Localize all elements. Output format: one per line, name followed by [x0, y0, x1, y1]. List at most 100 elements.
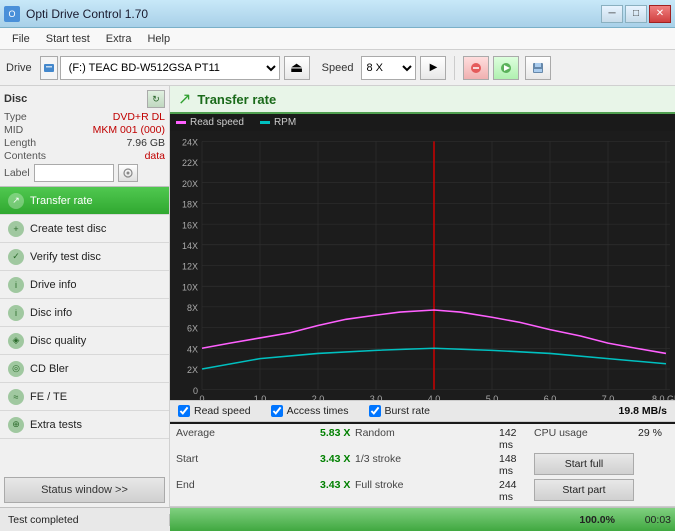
- extra-tests-icon: ⊕: [8, 417, 24, 433]
- speed-label: Speed: [322, 62, 354, 74]
- speed-go-button[interactable]: ▶: [420, 56, 446, 80]
- disc-type-label: Type: [4, 111, 27, 123]
- cpu-value: 29 %: [638, 427, 669, 451]
- access-times-checkbox-label: Access times: [287, 405, 349, 417]
- chart-svg: 24X 22X 20X 18X 16X 14X 12X 10X 8X 6X 4X…: [170, 131, 675, 400]
- close-button[interactable]: ✕: [649, 5, 671, 23]
- menu-file[interactable]: File: [4, 31, 38, 47]
- start-full-button[interactable]: Start full: [534, 453, 634, 475]
- menu-help[interactable]: Help: [139, 31, 178, 47]
- nav-verify-test-disc[interactable]: ✓ Verify test disc: [0, 243, 169, 271]
- nav-cd-blear[interactable]: ◎ CD Bler: [0, 355, 169, 383]
- disc-panel: Disc ↻ Type DVD+R DL MID MKM 001 (000) L…: [0, 86, 169, 187]
- read-speed-checkbox[interactable]: [178, 405, 190, 417]
- minimize-button[interactable]: ─: [601, 5, 623, 23]
- nav-cd-blear-label: CD Bler: [30, 363, 69, 375]
- nav-extra-tests-label: Extra tests: [30, 419, 82, 431]
- menu-extra[interactable]: Extra: [98, 31, 140, 47]
- svg-text:2X: 2X: [187, 365, 198, 375]
- content-area: ↗ Transfer rate Read speed RPM: [170, 86, 675, 507]
- svg-text:4.0: 4.0: [428, 394, 441, 400]
- random-value: 142 ms: [499, 427, 530, 451]
- save-button[interactable]: [525, 56, 551, 80]
- chart-legend: Read speed RPM: [170, 114, 675, 131]
- disc-refresh-button[interactable]: ↻: [147, 90, 165, 108]
- legend-rpm: RPM: [260, 117, 296, 128]
- disc-label-icon-button[interactable]: [118, 164, 138, 182]
- read-speed-legend-dot: [176, 121, 186, 124]
- svg-text:2.0: 2.0: [312, 394, 325, 400]
- burst-rate-checkbox-label: Burst rate: [385, 405, 431, 417]
- start-part-button[interactable]: Start part: [534, 479, 634, 501]
- read-speed-checkbox-label: Read speed: [194, 405, 251, 417]
- verify-test-disc-icon: ✓: [8, 249, 24, 265]
- svg-text:1.0: 1.0: [254, 394, 267, 400]
- nav-transfer-rate-label: Transfer rate: [30, 195, 93, 207]
- maximize-button[interactable]: □: [625, 5, 647, 23]
- svg-text:18X: 18X: [182, 199, 198, 209]
- stroke13-label: 1/3 stroke: [355, 453, 495, 477]
- nav-verify-test-disc-label: Verify test disc: [30, 251, 101, 263]
- create-test-disc-icon: +: [8, 221, 24, 237]
- disc-length-row: Length 7.96 GB: [4, 137, 165, 149]
- disc-contents-label: Contents: [4, 150, 46, 162]
- disc-title: Disc: [4, 93, 27, 105]
- svg-text:0: 0: [199, 394, 204, 400]
- chart-canvas: 24X 22X 20X 18X 16X 14X 12X 10X 8X 6X 4X…: [170, 131, 675, 400]
- nav-fe-te[interactable]: ≈ FE / TE: [0, 383, 169, 411]
- nav-extra-tests[interactable]: ⊕ Extra tests: [0, 411, 169, 439]
- app-icon: O: [4, 6, 20, 22]
- disc-contents-value: data: [145, 150, 165, 162]
- titlebar: O Opti Drive Control 1.70 ─ □ ✕: [0, 0, 675, 28]
- nav-disc-quality[interactable]: ◈ Disc quality: [0, 327, 169, 355]
- drive-eject-button[interactable]: ⏏: [284, 56, 310, 80]
- main-layout: Disc ↻ Type DVD+R DL MID MKM 001 (000) L…: [0, 86, 675, 507]
- nav-transfer-rate[interactable]: ↗ Transfer rate: [0, 187, 169, 215]
- progress-container: 100.0% 00:03: [170, 508, 675, 531]
- speed-select[interactable]: 2 X4 X8 X12 XMax: [361, 56, 416, 80]
- status-window-button[interactable]: Status window >>: [4, 477, 165, 503]
- svg-text:16X: 16X: [182, 220, 198, 230]
- disc-label-input[interactable]: [34, 164, 114, 182]
- statusbar: Test completed 100.0% 00:03: [0, 507, 675, 531]
- disc-length-label: Length: [4, 137, 36, 149]
- stroke13-value: 148 ms: [499, 453, 530, 477]
- nav-drive-info[interactable]: i Drive info: [0, 271, 169, 299]
- nav-disc-info[interactable]: i Disc info: [0, 299, 169, 327]
- rpm-legend-label: RPM: [274, 117, 296, 128]
- svg-text:6X: 6X: [187, 324, 198, 334]
- svg-text:24X: 24X: [182, 137, 198, 147]
- disc-contents-row: Contents data: [4, 150, 165, 162]
- disc-mid-row: MID MKM 001 (000): [4, 124, 165, 136]
- nav-create-test-disc[interactable]: + Create test disc: [0, 215, 169, 243]
- read-speed-checkbox-item: Read speed: [178, 405, 251, 417]
- disc-info-icon: i: [8, 305, 24, 321]
- drive-label: Drive: [6, 62, 32, 74]
- svg-text:22X: 22X: [182, 158, 198, 168]
- chart-header: ↗ Transfer rate: [170, 86, 675, 114]
- nav-drive-info-label: Drive info: [30, 279, 76, 291]
- random-label: Random: [355, 427, 495, 451]
- drive-icon: [40, 56, 58, 80]
- sidebar: Disc ↻ Type DVD+R DL MID MKM 001 (000) L…: [0, 86, 170, 507]
- menu-start-test[interactable]: Start test: [38, 31, 98, 47]
- nav-menu: ↗ Transfer rate + Create test disc ✓ Ver…: [0, 187, 169, 439]
- average-label: Average: [176, 427, 316, 451]
- erase-button[interactable]: [463, 56, 489, 80]
- svg-text:6.0: 6.0: [544, 394, 557, 400]
- disc-mid-label: MID: [4, 124, 23, 136]
- end-label: End: [176, 479, 316, 503]
- toolbar: Drive (F:) TEAC BD-W512GSA PT11 ⏏ Speed …: [0, 50, 675, 86]
- cpu-label: CPU usage: [534, 427, 634, 451]
- stats-grid: Average 5.83 X Random 142 ms CPU usage 2…: [170, 424, 675, 507]
- burn-button[interactable]: [493, 56, 519, 80]
- svg-text:3.0: 3.0: [370, 394, 383, 400]
- disc-type-row: Type DVD+R DL: [4, 111, 165, 123]
- burst-rate-checkbox-item: Burst rate: [369, 405, 431, 417]
- progress-text: 100.0%: [579, 514, 615, 526]
- burst-rate-checkbox[interactable]: [369, 405, 381, 417]
- access-times-checkbox-item: Access times: [271, 405, 349, 417]
- drive-info-icon: i: [8, 277, 24, 293]
- drive-select[interactable]: (F:) TEAC BD-W512GSA PT11: [60, 56, 280, 80]
- access-times-checkbox[interactable]: [271, 405, 283, 417]
